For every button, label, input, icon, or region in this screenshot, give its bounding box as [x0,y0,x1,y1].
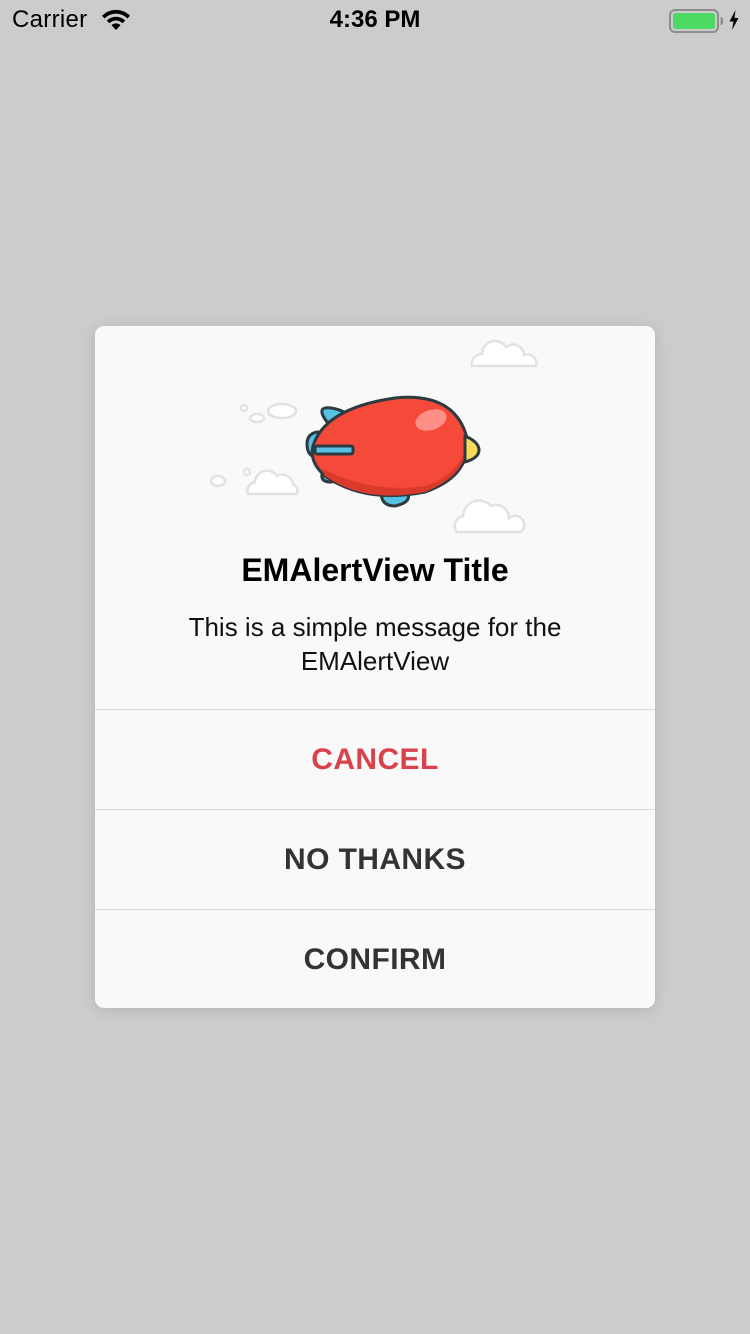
confirm-button[interactable]: CONFIRM [95,909,655,1008]
no-thanks-button[interactable]: NO THANKS [95,809,655,909]
status-bar: Carrier 4:36 PM [0,0,750,40]
charging-bolt-icon [729,10,739,30]
battery-icon [669,9,723,33]
alert-dialog: EMAlertView Title This is a simple messa… [95,326,655,1008]
cloud-icon [470,339,538,368]
alert-title: EMAlertView Title [241,552,509,588]
cancel-button[interactable]: CANCEL [95,709,655,809]
cloud-icon [209,402,299,496]
blimp-illustration [209,339,538,534]
cloud-icon [453,499,526,534]
status-time: 4:36 PM [329,6,421,33]
alert-message: This is a simple message for the EMAlert… [188,612,562,676]
blimp-icon [305,395,481,508]
